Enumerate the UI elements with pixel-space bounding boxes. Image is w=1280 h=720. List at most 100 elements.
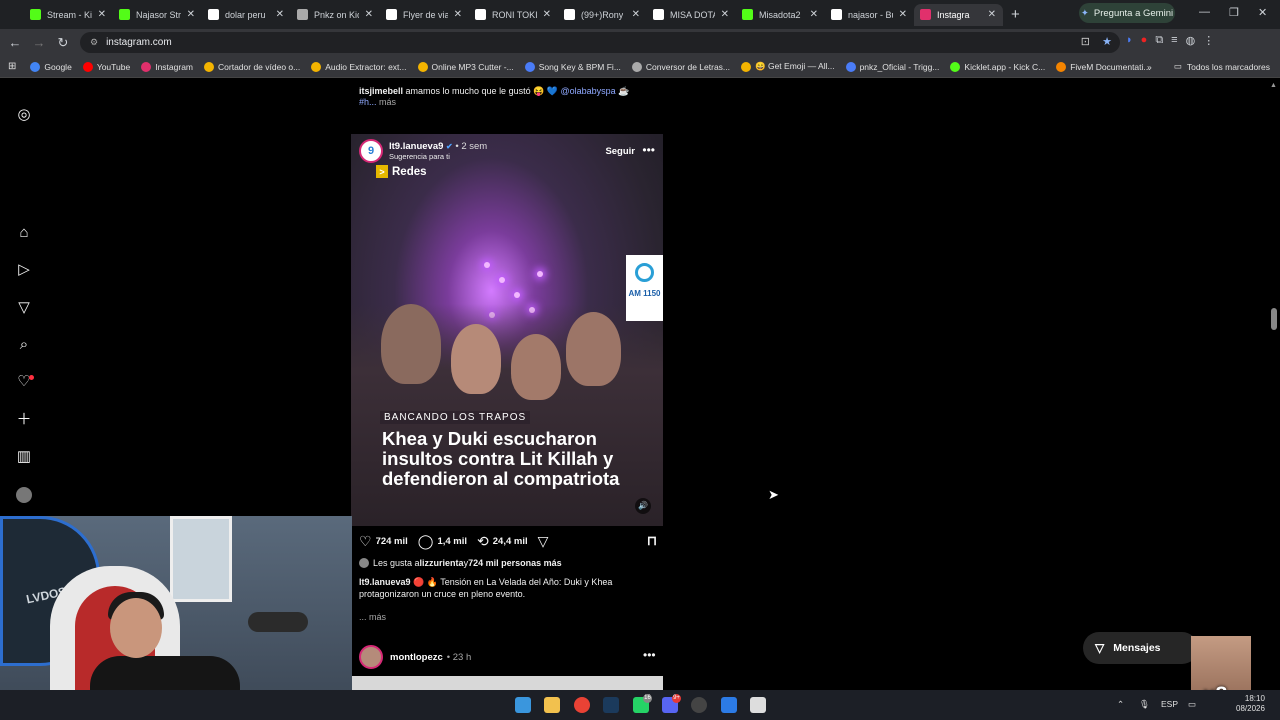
browser-tab[interactable]: Stream - Kic ✕: [24, 4, 113, 26]
bookmark-item[interactable]: Conversor de Letras...: [631, 61, 730, 72]
app-icon[interactable]: [750, 697, 766, 713]
scrollbar-thumb[interactable]: [1271, 308, 1277, 330]
chrome-icon[interactable]: [574, 697, 590, 713]
browser-tab[interactable]: Misadota2 ✕: [736, 4, 825, 26]
home-icon[interactable]: ⌂: [15, 224, 33, 242]
dashboard-icon[interactable]: ▥: [15, 448, 33, 466]
tray-chevron-icon[interactable]: ⌃: [1117, 699, 1124, 710]
browser-tab[interactable]: Instagra ✕: [914, 3, 1003, 26]
browser-tab[interactable]: RONI TOKIO ✕: [469, 4, 558, 26]
next-post-media[interactable]: [351, 676, 663, 690]
language-indicator[interactable]: ESP: [1161, 699, 1178, 709]
close-window-icon[interactable]: ✕: [1258, 6, 1267, 19]
audio-icon[interactable]: 🔊: [635, 498, 651, 514]
profile-icon[interactable]: ◍: [1186, 34, 1196, 47]
messages-button[interactable]: ▽ Mensajes: [1083, 632, 1198, 664]
tab-close-icon[interactable]: ✕: [721, 9, 729, 20]
reels-icon[interactable]: ▷: [15, 261, 33, 279]
tab-close-icon[interactable]: ✕: [276, 9, 284, 20]
tab-close-icon[interactable]: ✕: [543, 9, 551, 20]
search-icon[interactable]: ⌕: [15, 336, 33, 354]
post-username[interactable]: lt9.lanueva9: [389, 141, 443, 152]
more-bookmarks-icon[interactable]: »: [1147, 62, 1152, 72]
reload-icon[interactable]: ↻: [51, 35, 75, 51]
puzzle-icon[interactable]: ⧉: [1155, 34, 1163, 47]
caption-more-link[interactable]: ... más: [359, 612, 386, 622]
share-icon[interactable]: ▽: [538, 533, 549, 550]
install-app-icon[interactable]: ⊡: [1081, 35, 1090, 48]
scroll-up-icon[interactable]: ▲: [1270, 82, 1277, 89]
system-clock[interactable]: 18:10 08/2026: [1236, 694, 1265, 714]
repost-button[interactable]: ⟲ 24,4 mil: [477, 533, 528, 550]
file-explorer-icon[interactable]: [544, 697, 560, 713]
browser-tab[interactable]: Flyer de viaj ✕: [380, 4, 469, 26]
bookmark-star-icon[interactable]: ★: [1102, 35, 1112, 48]
back-icon[interactable]: ←: [3, 35, 27, 50]
bookmark-item[interactable]: pnkz_Oficial - Trigg...: [845, 61, 939, 72]
caption-mention[interactable]: @olababyspa: [561, 86, 616, 96]
new-tab-icon[interactable]: +: [1011, 6, 1020, 23]
more-options-icon[interactable]: •••: [642, 143, 655, 157]
bookmark-item[interactable]: 😄 Get Emoji — All...: [741, 61, 835, 72]
comment-icon[interactable]: ◯: [418, 533, 434, 550]
all-bookmarks-button[interactable]: ▭ Todos los marcadores: [1174, 61, 1270, 72]
save-icon[interactable]: ⊓: [647, 533, 657, 549]
liked-by-user[interactable]: lizzurienta: [420, 558, 464, 568]
share-button[interactable]: ▽: [538, 533, 553, 550]
network-icon[interactable]: ▭: [1188, 699, 1196, 710]
bookmark-item[interactable]: Online MP3 Cutter -...: [417, 61, 514, 72]
restore-icon[interactable]: ❐: [1229, 6, 1239, 19]
post-avatar[interactable]: 9: [359, 139, 383, 163]
post-media[interactable]: 9 lt9.lanueva9 ✔ • 2 sem Sugerencia para…: [351, 134, 663, 526]
microphone-icon[interactable]: 🎙: [1139, 699, 1150, 710]
follow-button[interactable]: Seguir: [605, 146, 635, 157]
bookmark-item[interactable]: Google: [30, 61, 72, 72]
caption-hashtag[interactable]: #h...: [359, 97, 377, 107]
gemini-button[interactable]: ✦ Pregunta a Gemini: [1079, 3, 1175, 23]
tab-close-icon[interactable]: ✕: [899, 9, 907, 20]
tab-close-icon[interactable]: ✕: [632, 9, 640, 20]
tab-close-icon[interactable]: ✕: [988, 9, 996, 20]
bookmark-item[interactable]: Instagram: [141, 61, 193, 72]
caption-username[interactable]: itsjimebell: [359, 86, 403, 96]
bookmark-item[interactable]: Song Key & BPM Fi...: [524, 61, 621, 72]
more-options-icon[interactable]: •••: [643, 648, 656, 662]
app-icon[interactable]: [721, 697, 737, 713]
bookmark-item[interactable]: FiveM Documentati...: [1056, 61, 1151, 72]
reading-list-icon[interactable]: ≡: [1171, 34, 1177, 47]
apps-icon[interactable]: ⊞: [8, 61, 16, 72]
heart-icon[interactable]: ♡: [359, 533, 372, 550]
extension-icon[interactable]: ◗: [1126, 34, 1133, 47]
profile-avatar[interactable]: [16, 487, 32, 503]
tab-close-icon[interactable]: ✕: [454, 9, 462, 20]
menu-icon[interactable]: ⋮: [1203, 34, 1214, 47]
browser-tab[interactable]: MISA DOTA ✕: [647, 4, 736, 26]
bookmark-item[interactable]: Kicklet.app - Kick C...: [950, 61, 1045, 72]
like-button[interactable]: ♡ 724 mil: [359, 533, 408, 550]
instagram-logo-icon[interactable]: ◎: [15, 106, 33, 124]
next-post-username[interactable]: montlopezc: [390, 652, 443, 663]
browser-tab[interactable]: (99+)Rony ✕: [558, 4, 647, 26]
tab-close-icon[interactable]: ✕: [98, 9, 106, 20]
caption-more[interactable]: más: [377, 97, 396, 107]
url-text[interactable]: instagram.com: [106, 37, 172, 48]
browser-tab[interactable]: najasor - Bu ✕: [825, 4, 914, 26]
windows-start-icon[interactable]: [515, 697, 531, 713]
forward-icon[interactable]: →: [27, 35, 51, 50]
browser-tab[interactable]: dolar peru ✕: [202, 4, 291, 26]
tab-close-icon[interactable]: ✕: [187, 9, 195, 20]
address-bar[interactable]: ⚙ instagram.com ★ ⊡: [80, 32, 1120, 53]
app-icon[interactable]: [691, 697, 707, 713]
browser-tab[interactable]: Pnkz on Kic ✕: [291, 4, 380, 26]
tab-close-icon[interactable]: ✕: [810, 9, 818, 20]
steam-icon[interactable]: [603, 697, 619, 713]
bookmark-item[interactable]: YouTube: [82, 61, 130, 72]
site-info-icon[interactable]: ⚙: [90, 37, 98, 48]
liked-by-count[interactable]: 724 mil personas más: [468, 558, 562, 568]
comment-button[interactable]: ◯ 1,4 mil: [418, 533, 467, 550]
bookmark-item[interactable]: Cortador de vídeo o...: [204, 61, 300, 72]
direct-icon[interactable]: ▽: [15, 299, 33, 317]
tab-close-icon[interactable]: ✕: [365, 9, 373, 20]
next-post-avatar[interactable]: [359, 645, 383, 669]
create-icon[interactable]: ＋: [15, 411, 33, 429]
